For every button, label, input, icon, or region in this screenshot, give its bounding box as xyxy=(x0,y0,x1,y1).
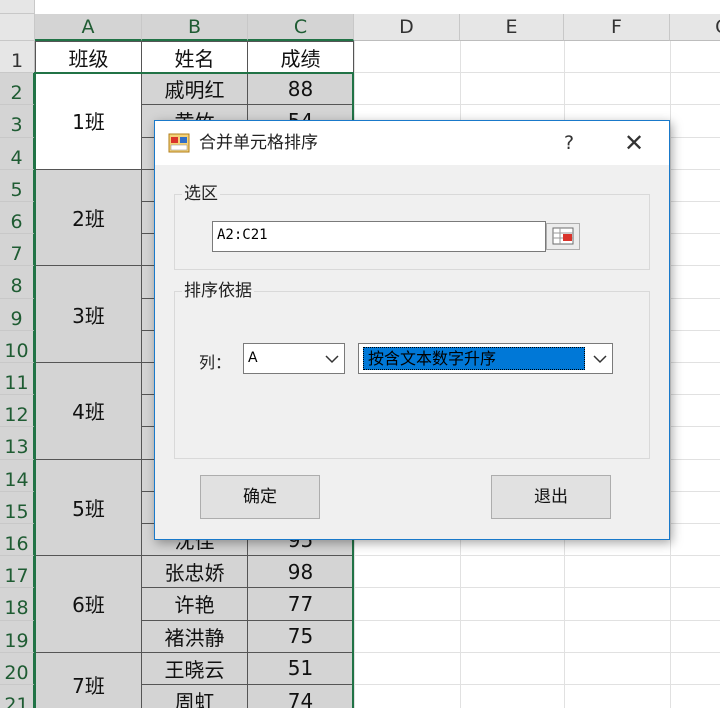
exit-button[interactable]: 退出 xyxy=(491,475,611,519)
row-header[interactable]: 14 xyxy=(0,459,35,492)
name-cell[interactable]: 褚洪静 xyxy=(142,620,248,653)
column-header-strip xyxy=(0,0,35,14)
dialog-title: 合并单元格排序 xyxy=(199,133,318,153)
row-header[interactable]: 9 xyxy=(0,298,35,331)
header-cell-score[interactable]: 成绩 xyxy=(248,41,354,74)
help-button[interactable]: ? xyxy=(549,127,589,159)
score-cell[interactable]: 51 xyxy=(248,652,354,685)
gridline-horizontal xyxy=(354,684,720,685)
merged-class-cell[interactable]: 7班 xyxy=(35,652,142,708)
column-header-c[interactable]: C xyxy=(248,14,354,41)
chevron-down-icon xyxy=(325,355,339,364)
row-header[interactable]: 6 xyxy=(0,202,35,235)
column-header-a[interactable]: A xyxy=(35,14,142,41)
row-header[interactable]: 20 xyxy=(0,652,35,685)
sort-criteria-group-label: 排序依据 xyxy=(182,280,254,302)
merged-class-cell[interactable]: 2班 xyxy=(35,169,142,267)
merge-sort-dialog: 合并单元格排序 ? ✕ 选区 A2:C21 排序依据 列： A 按含文本数字升序… xyxy=(154,120,670,540)
header-cell-class[interactable]: 班级 xyxy=(35,41,142,74)
row-header[interactable]: 12 xyxy=(0,395,35,428)
chevron-down-icon xyxy=(593,355,607,364)
gridline-vertical xyxy=(670,41,671,708)
row-header[interactable]: 16 xyxy=(0,524,35,557)
score-cell[interactable]: 98 xyxy=(248,556,354,589)
row-header[interactable]: 18 xyxy=(0,588,35,621)
dialog-titlebar[interactable]: 合并单元格排序 ? ✕ xyxy=(155,121,669,165)
gridline-horizontal xyxy=(354,555,720,557)
row-header[interactable]: 13 xyxy=(0,427,35,460)
column-select-value: A xyxy=(248,350,258,366)
column-header-d[interactable]: D xyxy=(354,14,460,41)
sort-method-select[interactable]: 按含文本数字升序 xyxy=(358,343,613,374)
row-header[interactable]: 8 xyxy=(0,266,35,299)
header-cell-name[interactable]: 姓名 xyxy=(142,41,248,74)
score-cell[interactable]: 88 xyxy=(248,73,354,106)
row-header[interactable]: 1 xyxy=(0,41,35,74)
row-header[interactable]: 4 xyxy=(0,137,35,170)
range-input[interactable]: A2:C21 xyxy=(212,221,546,252)
gridline-horizontal xyxy=(354,72,720,74)
column-select[interactable]: A xyxy=(243,343,345,374)
name-cell[interactable]: 王晓云 xyxy=(142,652,248,685)
gridline-horizontal xyxy=(354,651,720,653)
row-header[interactable]: 5 xyxy=(0,169,35,202)
row-header[interactable]: 10 xyxy=(0,330,35,363)
merged-class-cell[interactable]: 3班 xyxy=(35,266,142,363)
row-header[interactable]: 7 xyxy=(0,234,35,267)
selection-group-label: 选区 xyxy=(182,183,220,205)
merged-class-cell[interactable]: 4班 xyxy=(35,363,142,460)
column-header-f[interactable]: F xyxy=(564,14,670,41)
column-header-e[interactable]: E xyxy=(460,14,564,41)
merged-class-cell[interactable]: 6班 xyxy=(35,556,142,653)
app-icon xyxy=(168,133,190,153)
row-header[interactable]: 21 xyxy=(0,685,35,708)
sort-method-highlight: 按含文本数字升序 xyxy=(363,347,585,370)
range-picker-button[interactable] xyxy=(546,223,580,250)
column-header-g[interactable]: G xyxy=(670,14,720,41)
name-cell[interactable]: 张忠娇 xyxy=(142,556,248,589)
row-header[interactable]: 11 xyxy=(0,363,35,396)
column-header-b[interactable]: B xyxy=(142,14,248,41)
column-label: 列： xyxy=(199,353,232,372)
merged-class-cell[interactable]: 5班 xyxy=(35,459,142,557)
sort-method-value: 按含文本数字升序 xyxy=(368,349,497,368)
sort-criteria-group xyxy=(174,291,650,459)
score-cell[interactable]: 75 xyxy=(248,620,354,653)
range-select-icon xyxy=(552,227,574,245)
row-header[interactable]: 17 xyxy=(0,556,35,589)
gridline-horizontal xyxy=(354,104,720,106)
gridline-horizontal xyxy=(354,619,720,621)
name-cell[interactable]: 戚明红 xyxy=(142,73,248,106)
merged-class-cell[interactable]: 1班 xyxy=(35,73,142,170)
score-cell[interactable]: 74 xyxy=(248,685,354,708)
score-cell[interactable]: 77 xyxy=(248,588,354,621)
confirm-button[interactable]: 确定 xyxy=(200,475,320,519)
row-header[interactable]: 2 xyxy=(0,73,35,106)
row-header[interactable]: 15 xyxy=(0,491,35,524)
row-header[interactable]: 19 xyxy=(0,620,35,653)
close-button[interactable]: ✕ xyxy=(611,127,657,159)
name-cell[interactable]: 许艳 xyxy=(142,588,248,621)
gridline-horizontal xyxy=(354,587,720,589)
name-cell[interactable]: 周虹 xyxy=(142,685,248,708)
row-header[interactable]: 3 xyxy=(0,105,35,138)
